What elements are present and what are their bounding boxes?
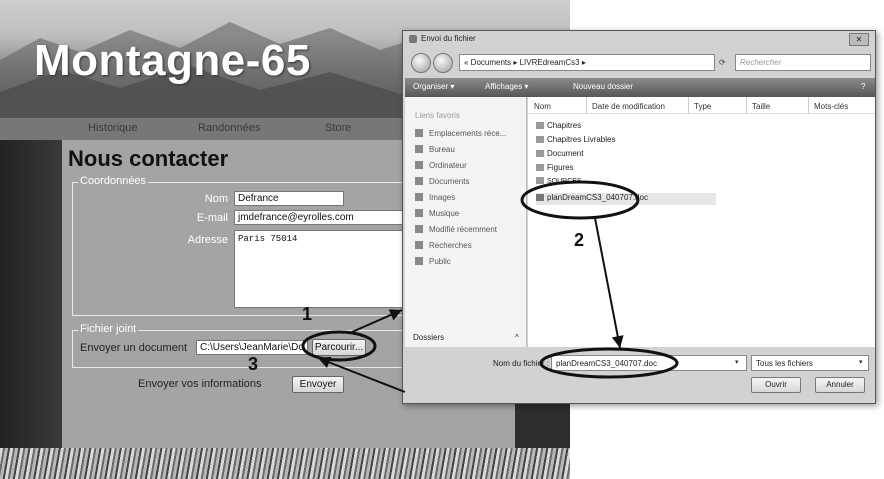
favorite-item[interactable]: Bureau [415,145,455,154]
favorite-item[interactable]: Emplacements réce... [415,129,506,138]
column-mots-cles[interactable]: Mots-clés [814,102,848,111]
folder-item[interactable]: SOURCES [536,177,582,185]
step-3-label: 3 [248,354,259,374]
column-separator [746,97,747,114]
favorite-item[interactable]: Modifié récemment [415,225,497,234]
documents-icon [415,177,423,185]
searches-icon [415,241,423,249]
pictures-icon [415,193,423,201]
column-type[interactable]: Type [694,102,711,111]
folder-icon [536,150,544,157]
adresse-textarea[interactable]: Paris 75014 [234,230,406,308]
music-icon [415,209,423,217]
forward-arrow-icon[interactable] [433,53,453,73]
folder-item[interactable]: Document [536,149,583,158]
favorite-item[interactable]: Public [415,257,451,266]
dialog-app-icon [409,35,417,43]
column-taille[interactable]: Taille [752,102,770,111]
bottom-decor [0,448,570,479]
submit-label: Envoyer vos informations [138,378,262,390]
nav-item-historique[interactable]: Historique [88,122,138,134]
folder-item[interactable]: Figures [536,163,574,172]
favorites-header: Liens favoris [415,111,460,120]
filename-input[interactable]: planDreamCS3_040707.doc [551,355,747,371]
email-input[interactable]: jmdefrance@eyrolles.com [234,210,406,225]
folder-icon [536,177,544,184]
folders-toggle[interactable]: Dossiers [413,333,444,342]
refresh-icon[interactable]: ⟳ [719,58,726,67]
address-bar[interactable]: « Documents ▸ LIVREdreamCs3 ▸ [459,54,715,71]
file-list: Nom Date de modification Type Taille Mot… [528,97,875,347]
cancel-button[interactable]: Annuler [815,377,865,393]
recently-changed-icon [415,225,423,233]
dialog-footer: Nom du fichier : planDreamCS3_040707.doc… [405,347,875,403]
file-item-selected[interactable]: planDreamCS3_040707.doc [536,193,716,205]
close-button[interactable]: ✕ [849,33,869,46]
nom-label: Nom [204,193,228,205]
chevron-up-icon[interactable]: ^ [515,333,519,342]
column-nom[interactable]: Nom [534,102,551,111]
column-separator [808,97,809,114]
site-title: Montagne-65 [34,36,311,85]
desktop-icon [415,145,423,153]
column-separator [586,97,587,114]
favorite-item[interactable]: Musique [415,209,459,218]
fichier-label: Envoyer un document [80,342,188,354]
open-button[interactable]: Ouvrir [751,377,801,393]
recent-places-icon [415,129,423,137]
help-icon[interactable]: ? [861,82,865,91]
filename-label: Nom du fichier : [493,359,550,368]
fichier-legend: Fichier joint [78,323,139,335]
file-type-select[interactable]: Tous les fichiers [751,355,869,371]
folder-icon [536,122,544,129]
organize-button[interactable]: Organiser ▾ [413,82,454,91]
computer-icon [415,161,423,169]
new-folder-button[interactable]: Nouveau dossier [573,82,633,91]
file-upload-dialog: Envoi du fichier ✕ « Documents ▸ LIVREdr… [402,30,876,404]
email-label: E-mail [196,212,228,224]
column-separator [688,97,689,114]
folder-icon [536,136,544,143]
document-icon [536,194,544,201]
favorite-item[interactable]: Images [415,193,455,202]
favorite-item[interactable]: Ordinateur [415,161,467,170]
file-path-input[interactable]: C:\Users\JeanMarie\Do [196,340,308,355]
adresse-label: Adresse [187,234,228,246]
left-decor [0,140,62,450]
chevron-down-icon[interactable]: ▾ [859,358,863,366]
page-title: Nous contacter [68,146,229,171]
step-2-label: 2 [574,230,585,250]
favorite-item[interactable]: Recherches [415,241,472,250]
nav-item-store[interactable]: Store [325,122,351,134]
favorite-item[interactable]: Documents [415,177,469,186]
send-button[interactable]: Envoyer [292,376,344,393]
dialog-title: Envoi du fichier [421,34,476,43]
navigation-pane: Liens favoris Emplacements réce... Burea… [405,97,527,347]
column-date[interactable]: Date de modification [592,102,665,111]
step-1-label: 1 [302,304,313,324]
filename-dropdown-icon[interactable]: ▾ [735,358,739,366]
back-arrow-icon[interactable] [411,53,431,73]
dialog-toolbar: Organiser ▾ Affichages ▾ Nouveau dossier… [405,78,875,97]
public-icon [415,257,423,265]
views-button[interactable]: Affichages ▾ [485,82,528,91]
folder-item[interactable]: Chapitres Livrables [536,135,615,144]
folder-item[interactable]: Chapitres [536,121,581,130]
nom-input[interactable]: Defrance [234,191,344,206]
search-input[interactable]: Rechercher [735,54,871,71]
nav-item-randonnees[interactable]: Randonnées [198,122,260,134]
folder-icon [536,164,544,171]
browse-button[interactable]: Parcourir... [312,339,366,356]
coordonnees-legend: Coordonnées [78,175,149,187]
